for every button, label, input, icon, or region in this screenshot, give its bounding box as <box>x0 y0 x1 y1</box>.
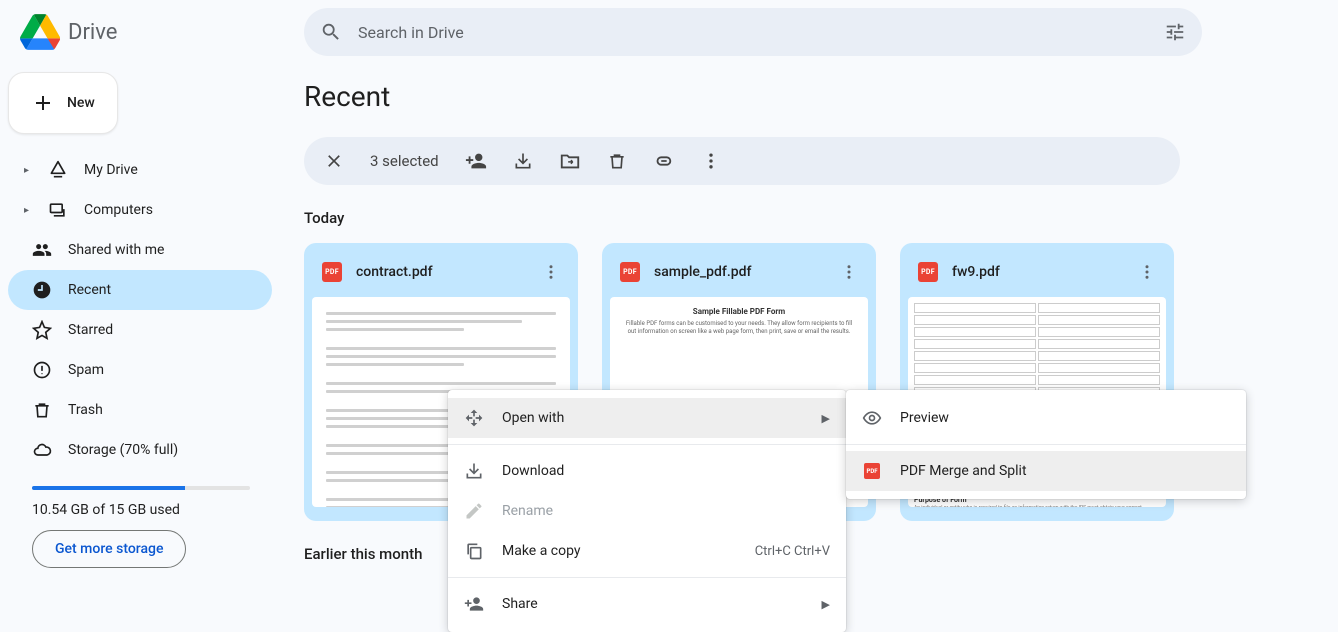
file-name: fw9.pdf <box>952 264 1120 280</box>
new-button[interactable]: New <box>8 72 118 134</box>
nav-computers[interactable]: ▸Computers <box>8 190 272 230</box>
get-storage-button[interactable]: Get more storage <box>32 530 186 568</box>
nav-spam[interactable]: Spam <box>8 350 272 390</box>
nav-list: ▸My Drive ▸Computers Shared with me Rece… <box>8 150 272 470</box>
move-button[interactable] <box>559 150 581 172</box>
search-filter-icon[interactable] <box>1164 21 1186 43</box>
storage-section: 10.54 GB of 15 GB used Get more storage <box>8 470 272 568</box>
storage-bar <box>32 486 250 490</box>
selection-count: 3 selected <box>370 152 439 170</box>
close-icon <box>324 151 344 171</box>
more-button[interactable] <box>701 151 721 171</box>
more-vert-icon <box>701 151 721 171</box>
file-name: contract.pdf <box>356 264 524 280</box>
submenu-pdf-merge-split[interactable]: PDF PDF Merge and Split <box>846 451 1246 491</box>
more-vert-icon <box>542 263 560 281</box>
file-more-button[interactable] <box>1134 259 1160 285</box>
search-input[interactable] <box>358 23 1148 42</box>
delete-button[interactable] <box>607 151 627 171</box>
rename-icon <box>464 501 484 521</box>
context-menu: Open with ▶ Download Rename Make a copy … <box>448 390 846 632</box>
pdf-icon: PDF <box>620 262 640 282</box>
section-today: Today <box>304 185 1322 243</box>
clear-selection-button[interactable] <box>324 151 344 171</box>
star-icon <box>32 320 52 340</box>
move-folder-icon <box>559 150 581 172</box>
search-bar[interactable] <box>304 8 1202 56</box>
my-drive-icon <box>48 160 68 180</box>
menu-download[interactable]: Download <box>448 451 846 491</box>
pdf-icon: PDF <box>322 262 342 282</box>
shared-icon <box>32 240 52 260</box>
spam-icon <box>32 360 52 380</box>
file-more-button[interactable] <box>538 259 564 285</box>
menu-rename: Rename <box>448 491 846 531</box>
file-more-button[interactable] <box>836 259 862 285</box>
download-button[interactable] <box>513 151 533 171</box>
drive-logo-icon <box>20 12 60 52</box>
chevron-right-icon: ▶ <box>822 412 830 425</box>
selection-toolbar: 3 selected <box>304 137 1180 185</box>
eye-icon <box>862 407 882 429</box>
menu-share[interactable]: Share ▶ <box>448 584 846 624</box>
computers-icon <box>48 200 68 220</box>
nav-trash[interactable]: Trash <box>8 390 272 430</box>
menu-shortcut: Ctrl+C Ctrl+V <box>755 544 830 559</box>
person-add-icon <box>465 150 487 172</box>
link-button[interactable] <box>653 150 675 172</box>
file-name: sample_pdf.pdf <box>654 264 822 280</box>
trash-icon <box>32 400 52 420</box>
open-with-icon <box>464 408 484 428</box>
header: Drive <box>0 0 1338 64</box>
context-submenu: Preview PDF PDF Merge and Split <box>846 390 1246 499</box>
menu-make-copy[interactable]: Make a copy Ctrl+C Ctrl+V <box>448 531 846 571</box>
share-button[interactable] <box>465 150 487 172</box>
app-name: Drive <box>68 20 117 45</box>
download-icon <box>513 151 533 171</box>
recent-icon <box>32 280 52 300</box>
trash-icon <box>607 151 627 171</box>
storage-bar-fill <box>32 486 185 490</box>
search-icon <box>320 21 342 43</box>
link-icon <box>653 150 675 172</box>
nav-storage[interactable]: Storage (70% full) <box>8 430 272 470</box>
sidebar: New ▸My Drive ▸Computers Shared with me … <box>0 64 288 632</box>
more-vert-icon <box>1138 263 1156 281</box>
new-button-label: New <box>67 95 95 111</box>
pdf-app-icon: PDF <box>864 463 880 479</box>
cloud-icon <box>32 440 52 460</box>
nav-my-drive[interactable]: ▸My Drive <box>8 150 272 190</box>
nav-recent[interactable]: Recent <box>8 270 272 310</box>
more-vert-icon <box>840 263 858 281</box>
nav-shared[interactable]: Shared with me <box>8 230 272 270</box>
chevron-right-icon: ▶ <box>822 598 830 611</box>
submenu-preview[interactable]: Preview <box>846 398 1246 438</box>
download-icon <box>464 461 484 481</box>
nav-starred[interactable]: Starred <box>8 310 272 350</box>
storage-used-label: 10.54 GB of 15 GB used <box>32 502 256 518</box>
pdf-icon: PDF <box>918 262 938 282</box>
menu-open-with[interactable]: Open with ▶ <box>448 398 846 438</box>
logo-area[interactable]: Drive <box>16 12 288 52</box>
copy-icon <box>464 541 484 561</box>
person-add-icon <box>464 594 484 614</box>
plus-icon <box>31 91 55 115</box>
page-title: Recent <box>304 64 1322 137</box>
